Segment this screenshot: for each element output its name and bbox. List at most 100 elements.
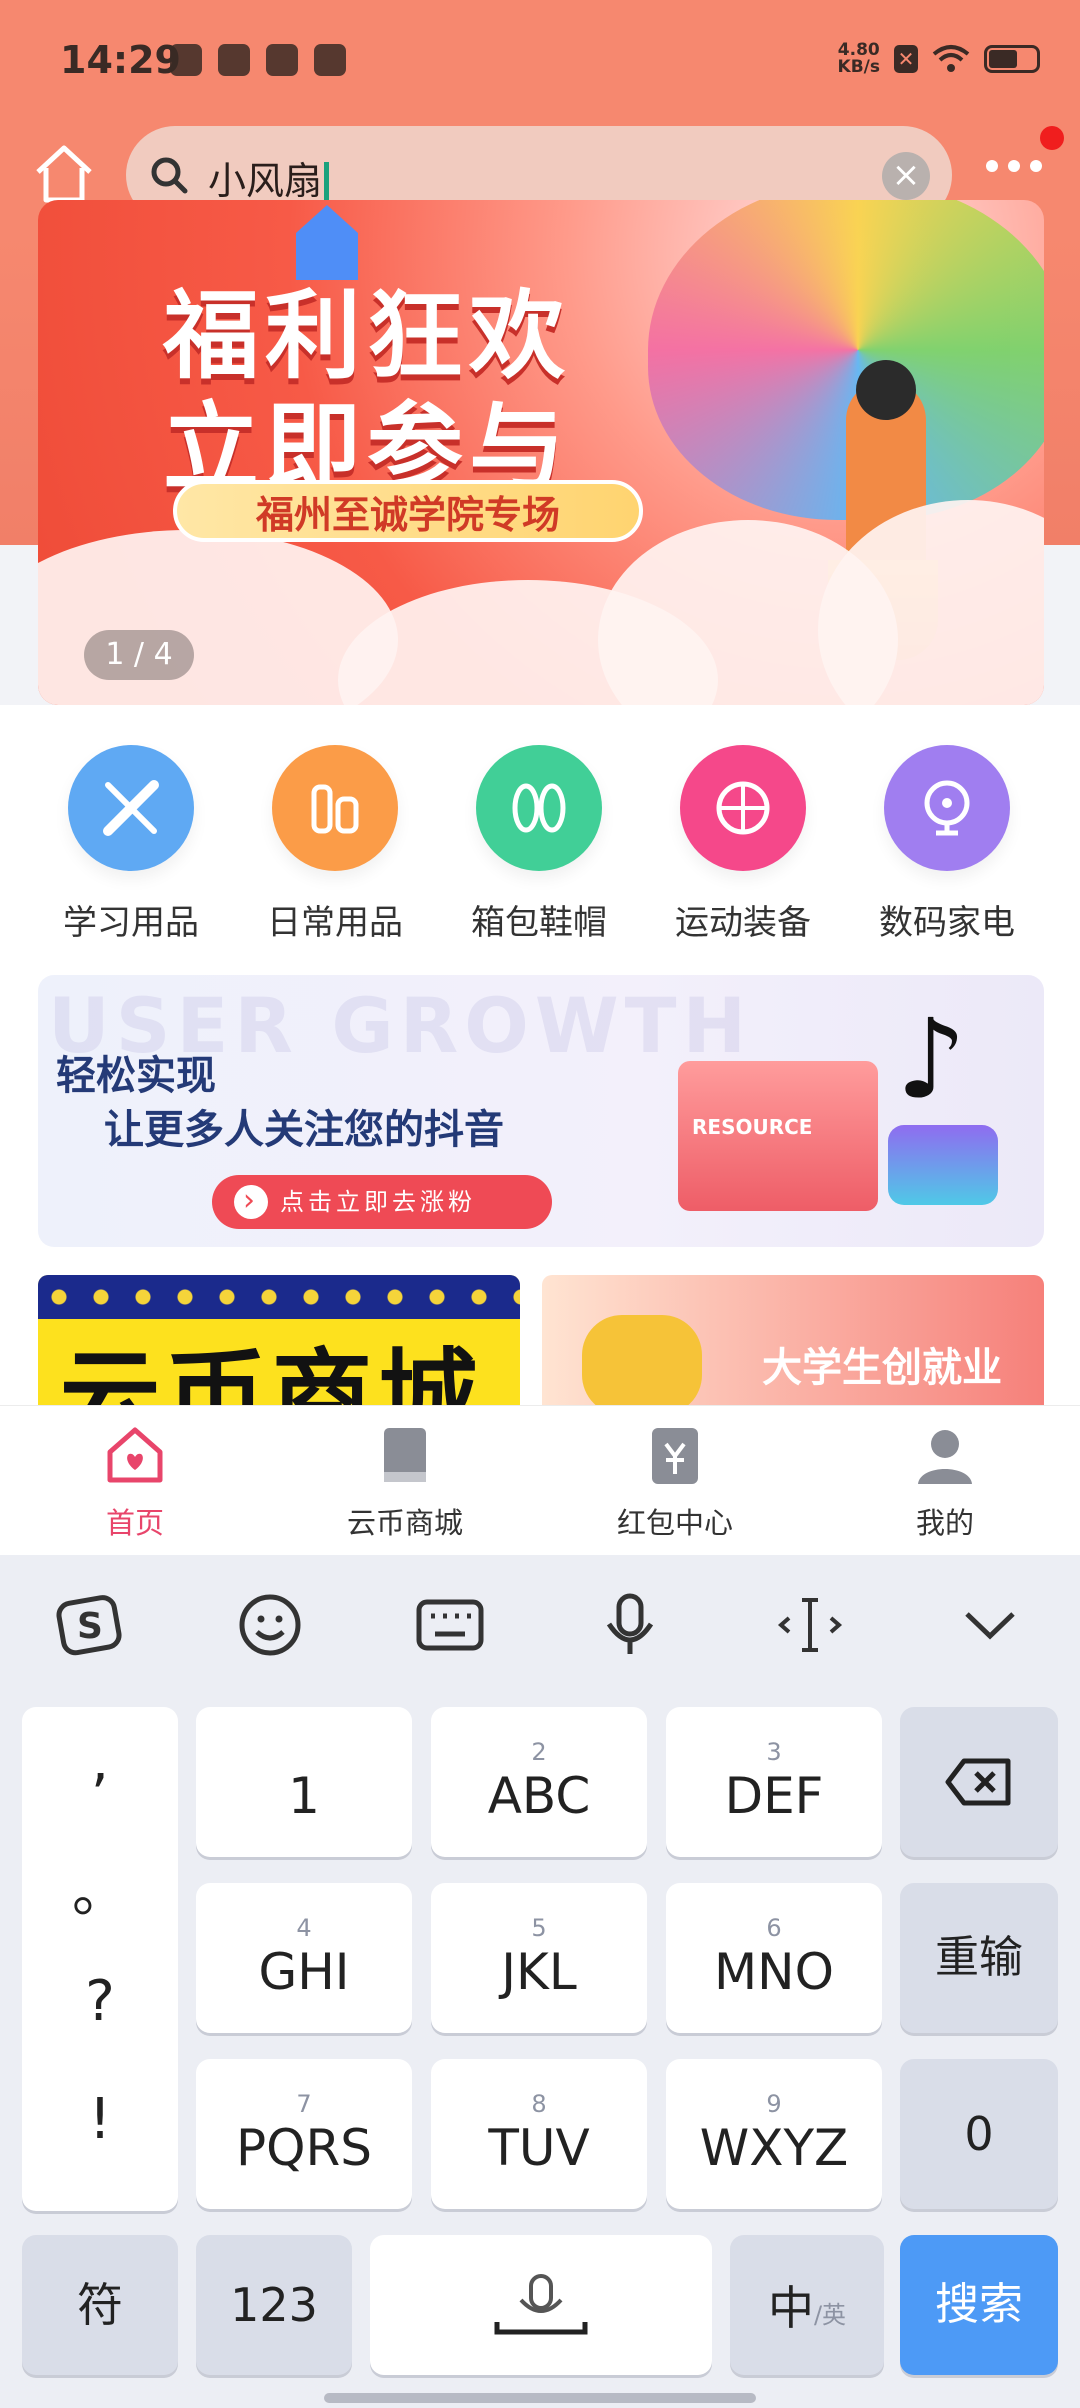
bottom-tab-bar: 首页 云币商城 红包中心 我的: [0, 1405, 1080, 1555]
collapse-keyboard-icon[interactable]: [900, 1555, 1080, 1695]
home-icon[interactable]: [30, 140, 98, 208]
text-caret: [324, 161, 330, 206]
emoji-icon[interactable]: [180, 1555, 360, 1695]
tab-label: 云币商城: [346, 1506, 463, 1540]
key-1[interactable]: 1: [196, 1707, 412, 1857]
status-bar: 14:29 4.80 KB/s ✕: [0, 0, 1080, 120]
ruler-pencil-icon: [68, 745, 194, 871]
category-item-sports[interactable]: 运动装备: [640, 745, 844, 945]
more-options-icon[interactable]: [986, 160, 1042, 172]
camera-notification-icon: [314, 44, 346, 76]
tab-label: 首页: [105, 1506, 164, 1540]
numbers-key[interactable]: 123: [196, 2235, 352, 2375]
no-sim-icon: ✕: [894, 45, 918, 73]
text-cursor-handle[interactable]: [296, 205, 358, 280]
wifi-icon: [932, 45, 970, 72]
shoes-icon: [476, 745, 602, 871]
startup-card-title: 大学生创就业: [762, 1345, 1002, 1391]
banner-title: 福利狂欢 立即参与: [163, 280, 571, 504]
search-icon: [151, 157, 188, 194]
notification-icons: [170, 44, 346, 76]
category-label: 学习用品: [63, 903, 199, 943]
svg-text:S: S: [77, 1606, 103, 1647]
promo-banner[interactable]: 福利狂欢 立即参与 福州至诚学院专场 1 / 4: [38, 200, 1044, 705]
ad-headline: 轻松实现: [56, 1053, 216, 1099]
ad-cta-button[interactable]: 点击立即去涨粉: [212, 1175, 552, 1229]
key-8-tuv[interactable]: 8 TUV: [431, 2059, 647, 2209]
backspace-key[interactable]: [900, 1707, 1058, 1857]
category-item-digital[interactable]: 数码家电: [844, 745, 1048, 945]
network-speed: 4.80 KB/s: [837, 40, 880, 77]
category-label: 日常用品: [267, 903, 403, 943]
reinput-key[interactable]: 重输: [900, 1883, 1058, 2033]
notification-dot: [1040, 126, 1064, 150]
category-item-bags-shoes[interactable]: 箱包鞋帽: [436, 745, 640, 945]
category-item-study[interactable]: 学习用品: [28, 745, 232, 945]
app-notification-icon: [218, 44, 250, 76]
punct-key-period[interactable]: 。: [22, 1847, 178, 1928]
tab-profile[interactable]: 我的: [810, 1406, 1080, 1555]
ime-logo-icon[interactable]: S: [0, 1555, 180, 1695]
key-6-mno[interactable]: 6 MNO: [666, 1883, 882, 2033]
cursor-move-icon[interactable]: [720, 1555, 900, 1695]
key-7-pqrs[interactable]: 7 PQRS: [196, 2059, 412, 2209]
tab-home[interactable]: 首页: [0, 1406, 270, 1555]
punct-key-comma[interactable]: ,: [22, 1729, 178, 1794]
banner-page-indicator: 1 / 4: [84, 630, 194, 680]
category-grid: 学习用品 日常用品 箱包鞋帽 运动装备 数码家电: [0, 745, 1080, 945]
folder-illustration: RESOURCE: [678, 1061, 878, 1211]
ad-subheadline: 让更多人关注您的抖音: [104, 1107, 504, 1153]
category-label: 数码家电: [879, 903, 1015, 943]
tab-coin-mall[interactable]: 云币商城: [270, 1406, 540, 1555]
tiktok-logo-icon: ♪: [896, 995, 967, 1123]
category-item-daily[interactable]: 日常用品: [232, 745, 436, 945]
search-key[interactable]: 搜索: [900, 2235, 1058, 2375]
app-notification-icon: [170, 44, 202, 76]
upload-cylinder-illustration: [888, 1125, 998, 1205]
marquee-dots: [38, 1275, 520, 1319]
student-illustration: [582, 1315, 702, 1405]
space-mic-icon: [494, 2274, 588, 2335]
category-label: 箱包鞋帽: [471, 903, 607, 943]
search-query: 小风扇: [208, 150, 330, 206]
clear-icon[interactable]: ×: [882, 152, 930, 200]
key-2-abc[interactable]: 2 ABC: [431, 1707, 647, 1857]
coin-mall-card-title: 云币商城: [60, 1338, 484, 1405]
keyboard-toolbar: S: [0, 1555, 1080, 1695]
status-right: 4.80 KB/s ✕: [838, 42, 1040, 76]
tab-label: 红包中心: [616, 1506, 733, 1540]
star-notification-icon: [266, 44, 298, 76]
language-toggle-key[interactable]: 中 /英: [730, 2235, 884, 2375]
red-packet-icon: [652, 1428, 698, 1484]
fan-icon: [884, 745, 1010, 871]
backspace-icon: [945, 1758, 1011, 1806]
key-9-wxyz[interactable]: 9 WXYZ: [666, 2059, 882, 2209]
status-time: 14:29: [60, 38, 181, 82]
microphone-icon[interactable]: [540, 1555, 720, 1695]
battery-icon: [984, 45, 1040, 73]
punct-key-exclaim[interactable]: !: [22, 2087, 178, 2152]
startup-card[interactable]: 大学生创就业: [542, 1275, 1044, 1405]
home-indicator[interactable]: [324, 2393, 756, 2403]
punctuation-column: , 。 ? !: [22, 1707, 178, 2211]
key-5-jkl[interactable]: 5 JKL: [431, 1883, 647, 2033]
coin-mall-card[interactable]: 云币商城: [38, 1275, 520, 1405]
symbols-key[interactable]: 符: [22, 2235, 178, 2375]
person-icon: [918, 1430, 972, 1484]
follower-ad-banner[interactable]: USER GROWTH 轻松实现 让更多人关注您的抖音 点击立即去涨粉 RESO…: [38, 975, 1044, 1247]
keyboard-layout-icon[interactable]: [360, 1555, 540, 1695]
key-4-ghi[interactable]: 4 GHI: [196, 1883, 412, 2033]
key-3-def[interactable]: 3 DEF: [666, 1707, 882, 1857]
tab-label: 我的: [915, 1506, 974, 1540]
ime-keyboard: S , 。 ? ! 1 2 ABC 3 DEF 4 GHI 5 JKL 6 MN…: [0, 1555, 1080, 2408]
basketball-icon: [680, 745, 806, 871]
tab-red-packet[interactable]: 红包中心: [540, 1406, 810, 1555]
bottles-icon: [272, 745, 398, 871]
book-icon: [384, 1428, 426, 1482]
category-label: 运动装备: [675, 903, 811, 943]
punct-key-question[interactable]: ?: [22, 1969, 178, 2034]
space-key[interactable]: [370, 2235, 712, 2375]
banner-ribbon: 福州至诚学院专场: [173, 480, 643, 542]
key-0[interactable]: 0: [900, 2059, 1058, 2209]
home-heart-icon: [107, 1427, 163, 1483]
